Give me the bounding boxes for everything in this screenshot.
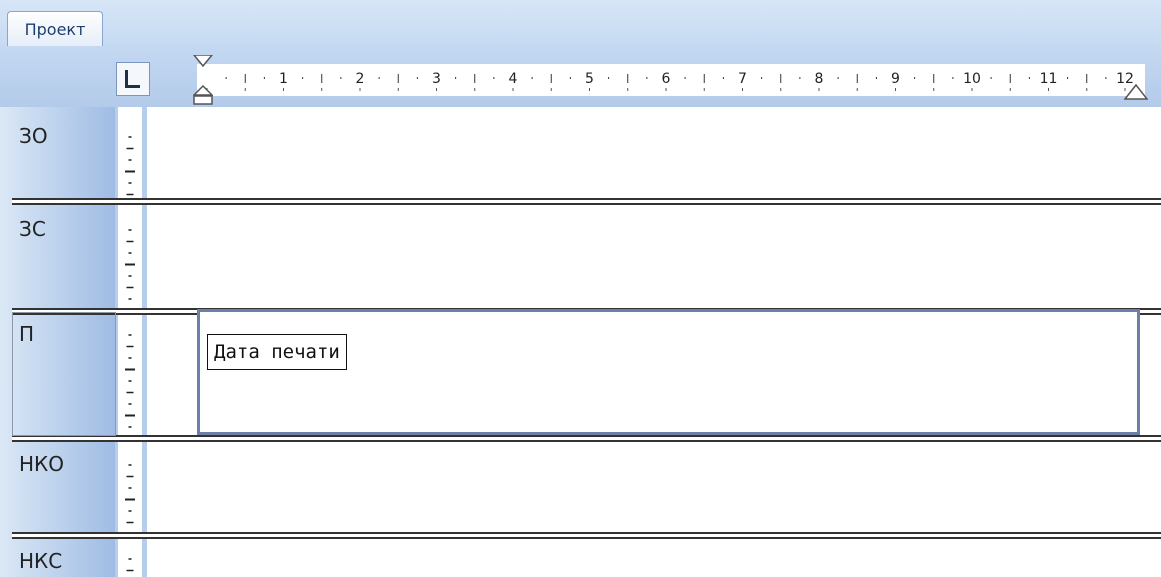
section-label-zs[interactable]: ЗС <box>19 217 46 241</box>
ruler-number: 3 <box>432 71 441 87</box>
tab-strip: Проект <box>0 0 1161 46</box>
ruler-number: 10 <box>963 71 981 87</box>
right-indent-marker[interactable] <box>1124 84 1148 100</box>
section-label-nko[interactable]: НКО <box>19 452 64 476</box>
section-label-p[interactable]: П <box>19 322 34 346</box>
first-line-indent-marker[interactable] <box>193 55 213 67</box>
ruler-number: 8 <box>815 71 824 87</box>
section-label-nks[interactable]: НКС <box>19 549 62 573</box>
print-date-field[interactable]: Дата печати <box>207 334 347 370</box>
ruler-number: 5 <box>585 71 594 87</box>
tab-project[interactable]: Проект <box>7 11 103 46</box>
ruler-number: 1 <box>279 71 288 87</box>
horizontal-ruler[interactable]: 1 2 3 4 5 6 7 8 9 10 11 12 <box>197 64 1145 96</box>
ruler-number: 11 <box>1040 71 1058 87</box>
ruler-number: 7 <box>738 71 747 87</box>
tab-stop-selector-button[interactable] <box>116 62 150 96</box>
ruler-number: 9 <box>891 71 900 87</box>
left-tab-stop-icon <box>125 70 140 88</box>
left-indent-marker[interactable] <box>193 85 213 105</box>
section-separator-p[interactable] <box>12 435 1161 442</box>
section-label-zo[interactable]: ЗО <box>19 124 48 148</box>
vertical-ruler[interactable] <box>118 107 142 577</box>
ruler-number: 2 <box>356 71 365 87</box>
section-separator-zo[interactable] <box>12 198 1161 205</box>
section-separator-nko[interactable] <box>12 532 1161 539</box>
ruler-number: 4 <box>509 71 518 87</box>
ruler-number: 6 <box>662 71 671 87</box>
section-label-column <box>0 107 115 577</box>
print-date-field-container[interactable] <box>197 309 1140 435</box>
